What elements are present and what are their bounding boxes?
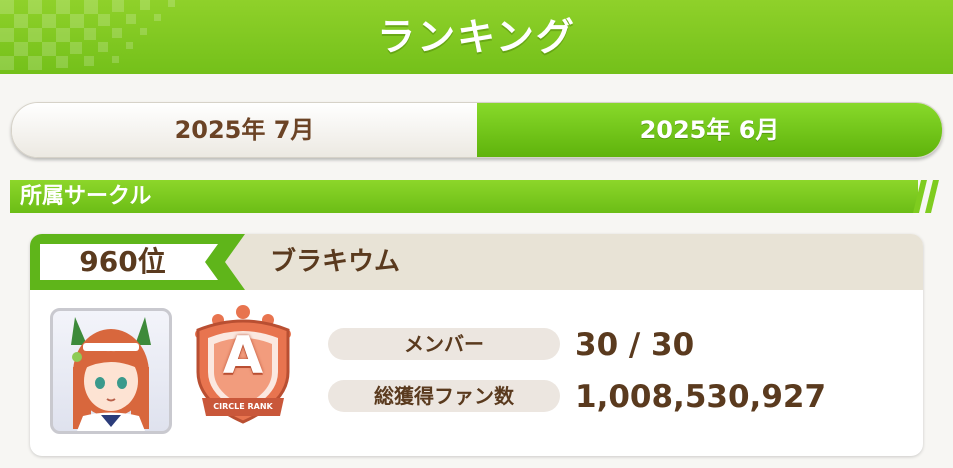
emblem-letter: A	[222, 326, 264, 386]
circle-card[interactable]: 960位 ブラキウム A CIRCLE RANK メンバー 30 / 30 総獲…	[30, 234, 923, 456]
members-value: 30 / 30	[575, 327, 695, 363]
total-fans-value: 1,008,530,927	[575, 379, 827, 415]
title-header: ランキング	[0, 0, 953, 74]
rank-value: 960位	[79, 245, 166, 278]
tab-2025-07[interactable]: 2025年 7月	[12, 103, 477, 157]
total-fans-label: 総獲得ファン数	[328, 380, 560, 412]
slash-decoration	[913, 180, 939, 213]
page-title: ランキング	[377, 15, 576, 59]
portrait-art	[71, 317, 151, 431]
month-tabs: 2025年 7月 2025年 6月	[11, 102, 943, 158]
circle-name: ブラキウム	[270, 247, 401, 277]
members-label: メンバー	[328, 328, 560, 360]
tab-2025-06[interactable]: 2025年 6月	[477, 103, 942, 157]
section-title: 所属サークル	[20, 184, 152, 209]
character-portrait-icon[interactable]	[50, 308, 172, 434]
emblem-caption: CIRCLE RANK	[213, 402, 273, 411]
